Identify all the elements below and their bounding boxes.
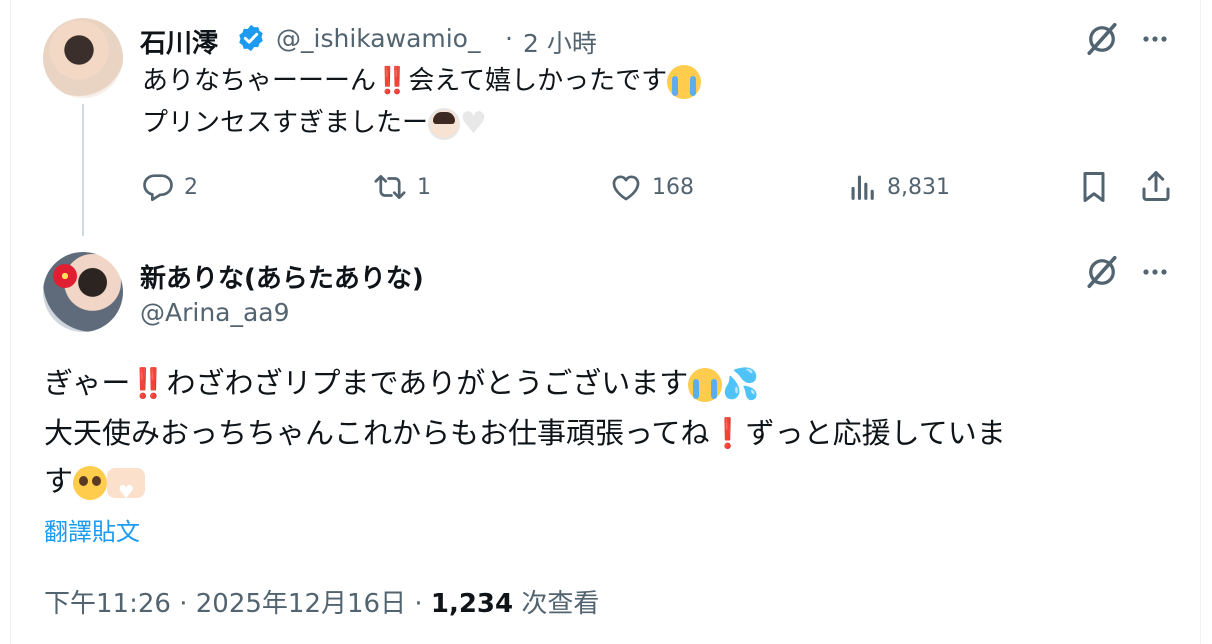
text-segment: プリンセスすぎましたー [142, 108, 429, 138]
pleading-face-emoji [73, 466, 108, 500]
post-date[interactable]: 2025年12月16日 [196, 589, 406, 619]
reply-count: 2 [184, 175, 198, 200]
like-count: 168 [652, 175, 694, 200]
avatar[interactable] [43, 18, 123, 98]
crying-face-emoji [688, 368, 723, 402]
separator: · [179, 589, 188, 619]
text-segment: わざわざリプまでありがとうございます [166, 366, 689, 400]
post-time[interactable]: 下午11:26 [44, 589, 171, 619]
grok-icon[interactable] [1084, 254, 1120, 290]
tweet-text-line: プリンセスすぎましたー ♥ [142, 104, 487, 142]
text-segment: ありなちゃーーーん [142, 66, 377, 96]
like-icon[interactable] [608, 170, 644, 204]
timestamp[interactable]: 2 小時 [523, 24, 597, 60]
handle[interactable]: @Arina_aa9 [140, 298, 290, 327]
text-segment: ぎゃー [44, 366, 131, 400]
tweet-text-line: ありなちゃーーーん‼️会えて嬉しかったです [142, 62, 702, 100]
more-icon[interactable] [1140, 27, 1170, 51]
separator: · [414, 589, 423, 619]
bookmark-icon[interactable] [1079, 169, 1109, 205]
tweet-text-line: す [44, 458, 146, 516]
double-exclamation-emoji: ‼️ [130, 366, 167, 400]
text-segment: 会えて嬉しかったです [408, 66, 668, 96]
text-segment: 大天使みおっちちゃんこれからもお仕事頑張ってね [44, 416, 710, 450]
translate-post-link[interactable]: 翻譯貼文 [44, 512, 140, 547]
more-icon[interactable] [1140, 260, 1170, 284]
share-icon[interactable] [1138, 168, 1174, 204]
verified-badge-icon [239, 24, 263, 52]
exclamation-emoji: ❗ [709, 416, 746, 450]
timeline-border-left [10, 0, 11, 644]
timeline-border-right [1200, 0, 1201, 644]
sweat-droplets-emoji: 💦 [722, 367, 760, 402]
white-heart-emoji: ♥ [460, 105, 487, 141]
avatar[interactable] [43, 252, 123, 332]
author-name[interactable]: 石川澪 [140, 23, 218, 60]
text-segment: ずっと応援していま [745, 416, 1006, 450]
views-count: 1,234 [430, 589, 514, 619]
bride-emoji [428, 107, 461, 140]
author-name[interactable]: 新ありな(あらたありな) [140, 258, 424, 295]
double-exclamation-emoji: ‼️ [376, 66, 409, 96]
grok-icon[interactable] [1084, 21, 1120, 57]
views-count: 8,831 [887, 175, 950, 200]
post-meta: 下午11:26 · 2025年12月16日 · 1,234 次查看 [44, 583, 599, 620]
avatar-flower [53, 264, 77, 288]
separator: · [505, 24, 513, 53]
repost-count: 1 [417, 175, 431, 200]
thread-connector [82, 104, 84, 236]
crying-face-emoji [667, 64, 702, 99]
handle[interactable]: @_ishikawamio_ [276, 24, 480, 53]
tweet-text-line: 大天使みおっちちゃんこれからもお仕事頑張ってね❗ずっと応援していま [44, 410, 1006, 456]
heart-hands-emoji [107, 468, 146, 516]
tweet-text-line: ぎゃー‼️わざわざリプまでありがとうございます 💦 [44, 360, 760, 406]
reply-icon[interactable] [140, 170, 176, 204]
views-icon[interactable] [846, 170, 880, 204]
text-segment: す [44, 464, 74, 498]
repost-icon[interactable] [370, 170, 410, 204]
views-label: 次查看 [521, 589, 600, 619]
